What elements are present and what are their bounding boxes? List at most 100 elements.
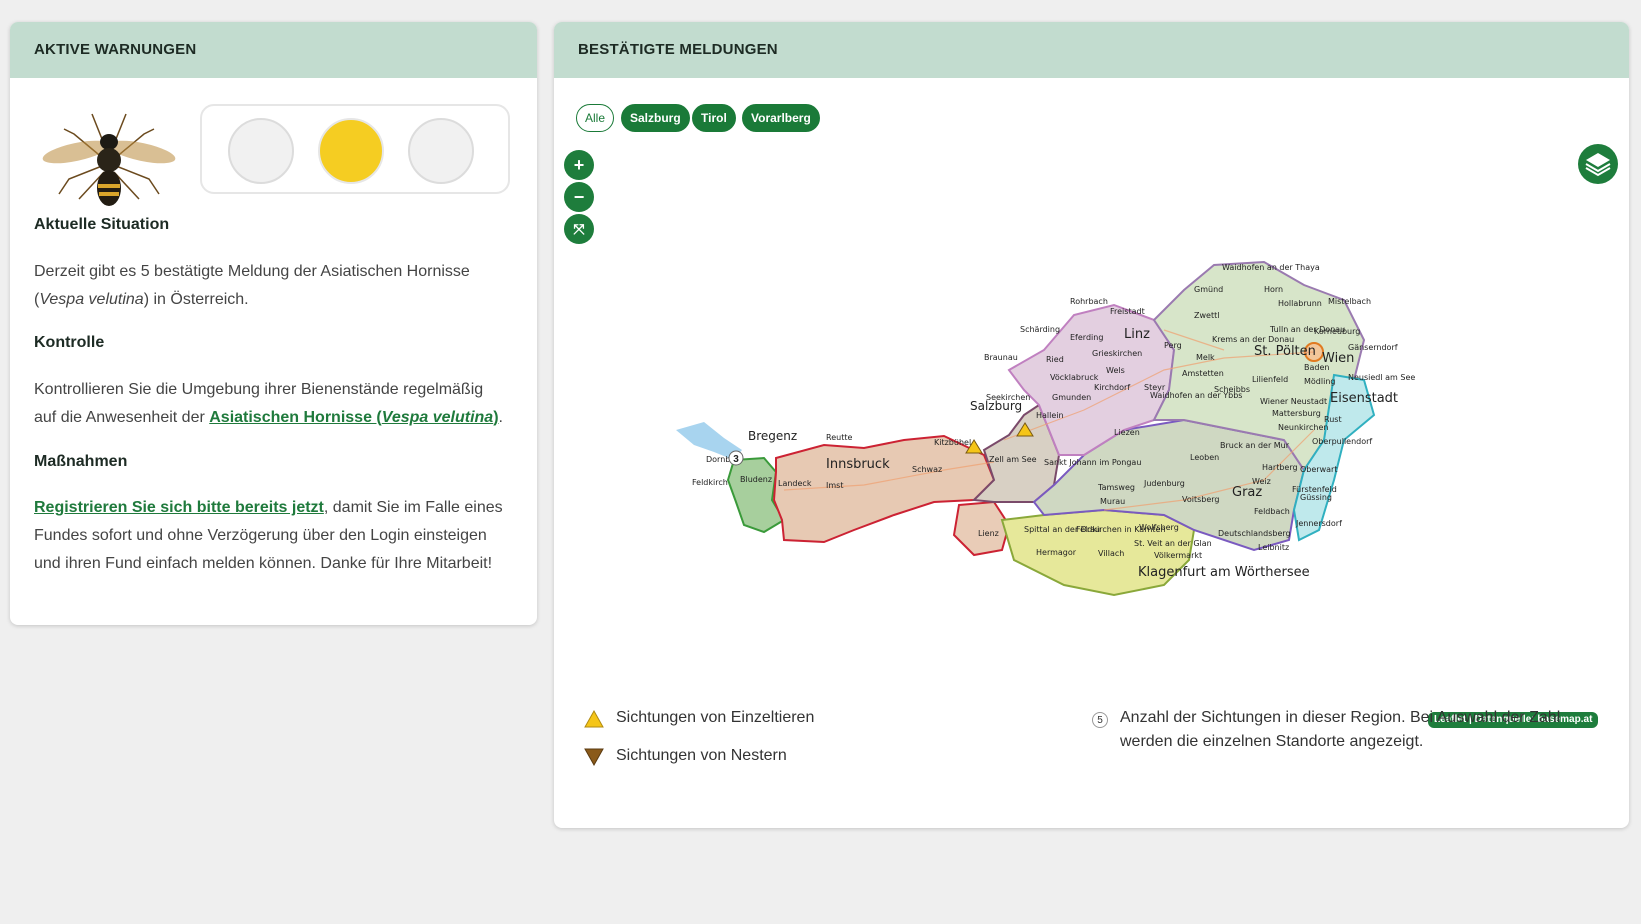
control-text: Kontrollieren Sie die Umgebung ihrer Bie… <box>34 376 504 432</box>
traffic-light-green <box>408 118 474 184</box>
svg-text:Neusiedl am See: Neusiedl am See <box>1348 373 1415 382</box>
svg-text:Güssing: Güssing <box>1300 493 1332 502</box>
svg-text:Hartberg: Hartberg <box>1262 463 1298 472</box>
legend-nest-sightings: Sichtungen von Nestern <box>616 747 787 764</box>
asian-hornet-link[interactable]: Asiatischen Hornisse (Vespa velutina) <box>209 409 498 426</box>
svg-text:Lienz: Lienz <box>978 529 999 538</box>
svg-text:Perg: Perg <box>1164 341 1182 350</box>
svg-text:Reutte: Reutte <box>826 433 852 442</box>
confirmed-reports-panel: BESTÄTIGTE MELDUNGEN Alle Salzburg Tirol… <box>554 22 1629 828</box>
svg-text:Feldbach: Feldbach <box>1254 507 1290 516</box>
svg-text:St. Veit an der Glan: St. Veit an der Glan <box>1134 539 1212 548</box>
traffic-light-red <box>228 118 294 184</box>
measures-title: Maßnahmen <box>34 453 128 470</box>
svg-text:Freistadt: Freistadt <box>1110 307 1145 316</box>
svg-text:Wolfsberg: Wolfsberg <box>1139 523 1179 532</box>
svg-text:Liezen: Liezen <box>1114 428 1140 437</box>
traffic-light-indicator <box>200 104 510 194</box>
svg-text:Tamsweg: Tamsweg <box>1097 483 1135 492</box>
legend-count-text: Anzahl der Sichtungen in dieser Region. … <box>1120 709 1561 750</box>
svg-text:Ried: Ried <box>1046 355 1064 364</box>
traffic-light-yellow <box>318 118 384 184</box>
svg-text:Villach: Villach <box>1098 549 1124 558</box>
filter-vorarlberg[interactable]: Vorarlberg <box>742 104 820 132</box>
yellow-triangle-icon <box>584 710 604 728</box>
layers-button[interactable] <box>1578 144 1618 184</box>
situation-text-end: ) in Österreich. <box>143 291 249 308</box>
svg-text:Waidhofen an der Ybbs: Waidhofen an der Ybbs <box>1150 391 1242 400</box>
svg-text:Waidhofen an der Thaya: Waidhofen an der Thaya <box>1222 263 1320 272</box>
link-part: Asiatischen Hornisse ( <box>209 409 382 426</box>
austria-map[interactable]: Bregenz Dornbirn Feldkirch Bludenz Reutt… <box>664 240 1424 650</box>
svg-text:Linz: Linz <box>1124 327 1150 342</box>
svg-text:Rohrbach: Rohrbach <box>1070 297 1108 306</box>
svg-text:Melk: Melk <box>1196 353 1215 362</box>
control-title: Kontrolle <box>34 334 105 351</box>
svg-text:Lilienfeld: Lilienfeld <box>1252 375 1288 384</box>
layers-icon <box>1585 153 1611 177</box>
measures-text: Registrieren Sie sich bitte bereits jetz… <box>34 494 504 578</box>
species-name: Vespa velutina <box>39 291 144 308</box>
svg-text:Hollabrunn: Hollabrunn <box>1278 299 1322 308</box>
svg-text:Bruck an der Mur: Bruck an der Mur <box>1220 441 1290 450</box>
count-badge-icon: 5 <box>1092 712 1108 728</box>
filter-salzburg[interactable]: Salzburg <box>621 104 690 132</box>
svg-text:Korneuburg: Korneuburg <box>1314 327 1360 336</box>
svg-text:Leoben: Leoben <box>1190 453 1219 462</box>
svg-text:Weiz: Weiz <box>1252 477 1271 486</box>
svg-text:Hallein: Hallein <box>1036 411 1064 420</box>
fullscreen-button[interactable]: ⤧ <box>564 214 594 244</box>
svg-text:Krems an der Donau: Krems an der Donau <box>1212 335 1294 344</box>
svg-text:Oberpullendorf: Oberpullendorf <box>1312 437 1372 446</box>
svg-text:Horn: Horn <box>1264 285 1283 294</box>
svg-text:Kitzbühel: Kitzbühel <box>934 438 971 447</box>
filter-alle[interactable]: Alle <box>576 104 615 132</box>
svg-text:Gänserndorf: Gänserndorf <box>1348 343 1398 352</box>
svg-text:Mattersburg: Mattersburg <box>1272 409 1321 418</box>
svg-text:Innsbruck: Innsbruck <box>826 457 890 472</box>
active-warnings-panel: AKTIVE WARNUNGEN Aktuelle Situation Derz… <box>10 22 537 625</box>
register-link[interactable]: Registrieren Sie sich bitte bereits jetz… <box>34 499 324 516</box>
zoom-out-button[interactable]: − <box>564 182 594 212</box>
svg-text:Schärding: Schärding <box>1020 325 1060 334</box>
svg-text:Amstetten: Amstetten <box>1182 369 1224 378</box>
svg-text:St. Pölten: St. Pölten <box>1254 344 1316 359</box>
control-text-end: . <box>498 409 503 426</box>
svg-text:Mödling: Mödling <box>1304 377 1335 386</box>
confirmed-reports-header: BESTÄTIGTE MELDUNGEN <box>554 22 1629 78</box>
svg-text:Oberwart: Oberwart <box>1300 465 1337 474</box>
svg-text:Deutschlandsberg: Deutschlandsberg <box>1218 529 1291 538</box>
link-species: Vespa velutina <box>381 409 494 426</box>
cluster-count: 3 <box>733 454 739 465</box>
svg-text:Leibnitz: Leibnitz <box>1258 543 1289 552</box>
svg-text:Grieskirchen: Grieskirchen <box>1092 349 1142 358</box>
svg-text:Voitsberg: Voitsberg <box>1182 495 1220 504</box>
svg-text:Wien: Wien <box>1322 351 1354 366</box>
brown-triangle-down-icon <box>584 748 604 766</box>
svg-text:Gmunden: Gmunden <box>1052 393 1091 402</box>
svg-text:Sankt Johann im Pongau: Sankt Johann im Pongau <box>1044 458 1141 467</box>
svg-text:Völkermarkt: Völkermarkt <box>1154 551 1202 560</box>
svg-text:Jennersdorf: Jennersdorf <box>1295 519 1342 528</box>
svg-text:Vöcklabruck: Vöcklabruck <box>1050 373 1099 382</box>
zoom-in-button[interactable]: + <box>564 150 594 180</box>
svg-text:Neunkirchen: Neunkirchen <box>1278 423 1328 432</box>
svg-text:Imst: Imst <box>826 481 843 490</box>
situation-title: Aktuelle Situation <box>34 216 170 233</box>
filter-tirol[interactable]: Tirol <box>692 104 736 132</box>
svg-text:Gmünd: Gmünd <box>1194 285 1223 294</box>
svg-text:Bregenz: Bregenz <box>748 429 797 443</box>
svg-text:Kirchdorf: Kirchdorf <box>1094 383 1130 392</box>
svg-text:Landeck: Landeck <box>778 479 812 488</box>
svg-text:Eferding: Eferding <box>1070 333 1103 342</box>
svg-text:Graz: Graz <box>1232 485 1262 500</box>
svg-text:Wiener Neustadt: Wiener Neustadt <box>1260 397 1327 406</box>
svg-text:Braunau: Braunau <box>984 353 1018 362</box>
svg-text:Feldkirch: Feldkirch <box>692 478 728 487</box>
svg-text:Murau: Murau <box>1100 497 1125 506</box>
svg-text:Wels: Wels <box>1106 366 1125 375</box>
svg-text:Klagenfurt am Wörthersee: Klagenfurt am Wörthersee <box>1138 565 1310 580</box>
svg-text:Steyr: Steyr <box>1144 383 1166 392</box>
active-warnings-header: AKTIVE WARNUNGEN <box>10 22 537 78</box>
svg-text:Seekirchen: Seekirchen <box>986 393 1030 402</box>
